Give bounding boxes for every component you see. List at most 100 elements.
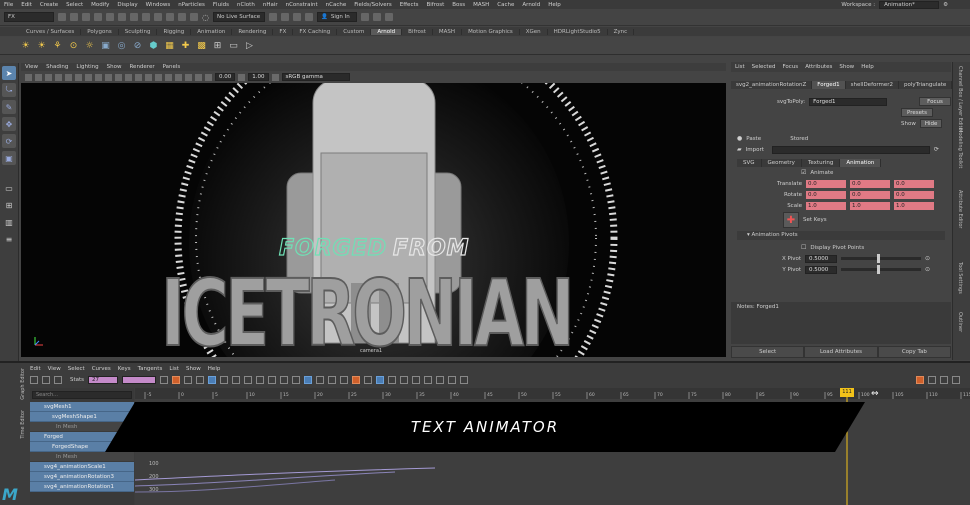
safe-action-icon[interactable] [85, 73, 92, 81]
volume-icon[interactable]: ◎ [116, 40, 127, 51]
rotate-y-field[interactable]: 0.0 [850, 190, 890, 199]
menu-item-fieldssolvers[interactable]: Fields/Solvers [354, 2, 392, 8]
animate-checkbox[interactable]: ☑ [801, 169, 806, 176]
viewport-display-icon[interactable]: ⊞ [212, 40, 223, 51]
xray-icon[interactable] [175, 73, 182, 81]
menu-item-fluids[interactable]: Fluids [213, 2, 229, 8]
shelf-tab-hdrlightstudio5[interactable]: HDRLightStudio5 [548, 28, 608, 35]
graph-editor-side-label[interactable]: Graph Editor [20, 368, 26, 400]
stats-field-frame[interactable]: 27 [88, 376, 119, 384]
x-pivot-field[interactable]: 0.5000 [805, 254, 837, 263]
play-render-icon[interactable]: ▷ [244, 40, 255, 51]
viewport-menu-shading[interactable]: Shading [46, 64, 68, 70]
graph-menu-edit[interactable]: Edit [30, 366, 41, 372]
antialias-icon[interactable] [155, 73, 162, 81]
graph-menu-list[interactable]: List [169, 366, 179, 372]
node-name-field[interactable]: Forged1 [809, 97, 888, 106]
viewport-menu-renderer[interactable]: Renderer [129, 64, 154, 70]
y-pivot-map-icon[interactable]: ⊙ [925, 266, 930, 273]
viewport-menu-panels[interactable]: Panels [163, 64, 181, 70]
shelf-tab-motiongraphics[interactable]: Motion Graphics [462, 28, 520, 35]
presets-button[interactable]: Presets [901, 108, 933, 117]
lattice-key-icon[interactable] [54, 376, 62, 384]
standin-icon[interactable]: ▣ [100, 40, 111, 51]
sub-tab-texturing[interactable]: Texturing [801, 159, 841, 167]
normalize-icon[interactable] [376, 376, 385, 384]
graph-menu-tangents[interactable]: Tangents [138, 366, 163, 372]
current-frame-marker[interactable]: 111 [840, 388, 854, 397]
shelf-tab-rendering[interactable]: Rendering [232, 28, 274, 35]
import-label[interactable]: Import [746, 147, 764, 153]
translate-y-field[interactable]: 0.0 [850, 179, 890, 188]
resolution-gate-icon[interactable] [75, 73, 82, 81]
workspace-dropdown[interactable]: Animation* [879, 1, 940, 9]
viewport-menu-show[interactable]: Show [107, 64, 122, 70]
post-infinity-offset-icon[interactable] [436, 376, 445, 384]
curve-collector-icon[interactable]: ⊘ [132, 40, 143, 51]
select-component-icon[interactable] [142, 13, 150, 21]
area-light-icon[interactable]: ☀ [20, 40, 31, 51]
redo-icon[interactable] [106, 13, 114, 21]
pre-infinity-offset-icon[interactable] [424, 376, 433, 384]
frame-selection-icon[interactable] [172, 376, 181, 384]
lights-icon[interactable] [125, 73, 132, 81]
lasso-tool-icon[interactable]: ⤿ [2, 83, 16, 97]
shadows-icon[interactable] [135, 73, 142, 81]
snap-surface-icon[interactable] [190, 13, 198, 21]
menu-item-select[interactable]: Select [66, 2, 83, 8]
center-current-icon[interactable] [196, 376, 205, 384]
ae-menu-attributes[interactable]: Attributes [805, 64, 832, 70]
outliner-item[interactable]: svg4_animationScale1 [30, 462, 134, 472]
physical-sky-icon[interactable]: ☼ [84, 40, 95, 51]
translate-x-field[interactable]: 0.0 [806, 179, 846, 188]
auto-tangent-icon[interactable] [208, 376, 217, 384]
menu-item-effects[interactable]: Effects [400, 2, 419, 8]
dope-sheet-icon[interactable] [448, 376, 457, 384]
panel-icon-b[interactable] [928, 376, 936, 384]
save-scene-icon[interactable] [82, 13, 90, 21]
license-icon[interactable]: ✚ [180, 40, 191, 51]
shelf-tab-animation[interactable]: Animation [191, 28, 233, 35]
panel-icon-d[interactable] [952, 376, 960, 384]
scale-tool-icon[interactable]: ▣ [2, 151, 16, 165]
outliner-item[interactable]: svg4_animationRotation1 [30, 482, 134, 492]
bowl-icon[interactable] [372, 13, 381, 21]
shelf-tab-zync[interactable]: Zync [608, 28, 635, 35]
shelf-tab-sculpting[interactable]: Sculpting [119, 28, 158, 35]
set-keys-label[interactable]: Set Keys [803, 217, 827, 223]
graph-menu-show[interactable]: Show [186, 366, 201, 372]
menu-item-nconstraint[interactable]: nConstraint [286, 2, 318, 8]
focus-button[interactable]: Focus [919, 97, 951, 106]
grid-toggle-icon[interactable] [55, 73, 62, 81]
graph-menu-view[interactable]: View [48, 366, 61, 372]
layout-icon[interactable] [384, 13, 393, 21]
ae-tab-shelldeformer2[interactable]: shellDeformer2 [845, 81, 900, 89]
layout-side-icon[interactable]: ▥ [2, 215, 16, 229]
viewport-menu-view[interactable]: View [25, 64, 38, 70]
grid-icon[interactable] [360, 13, 369, 21]
ae-tab-forged1[interactable]: Forged1 [812, 81, 846, 89]
x-pivot-map-icon[interactable]: ⊙ [925, 255, 930, 262]
clamped-tangent-icon[interactable] [232, 376, 241, 384]
shelf-tab-mash[interactable]: MASH [433, 28, 463, 35]
photometric-light-icon[interactable]: ⚘ [52, 40, 63, 51]
import-path-field[interactable] [771, 145, 930, 154]
gamma-icon[interactable] [238, 73, 246, 81]
flat-tangent-icon[interactable] [256, 376, 265, 384]
ae-menu-show[interactable]: Show [839, 64, 854, 70]
ae-tab-polytriangulate[interactable]: polyTriangulate [899, 81, 953, 89]
sub-tab-geometry[interactable]: Geometry [761, 159, 802, 167]
panel-icon-c[interactable] [940, 376, 948, 384]
sign-in-button[interactable]: 👤 Sign In [316, 12, 357, 22]
free-weight-icon[interactable] [316, 376, 325, 384]
graph-menu-help[interactable]: Help [208, 366, 221, 372]
menu-item-nparticles[interactable]: nParticles [178, 2, 205, 8]
skydome-light-icon[interactable]: ⊙ [68, 40, 79, 51]
film-gate-icon[interactable] [65, 73, 72, 81]
step-tangent-icon[interactable] [268, 376, 277, 384]
shelf-tab-rigging[interactable]: Rigging [157, 28, 192, 35]
shelf-tab-bifrost[interactable]: Bifrost [402, 28, 433, 35]
vertical-tab-attribute-editor[interactable]: Attribute Editor [957, 190, 963, 228]
exposure-icon[interactable] [205, 73, 212, 81]
far-clip-field[interactable]: 1.00 [248, 73, 269, 81]
